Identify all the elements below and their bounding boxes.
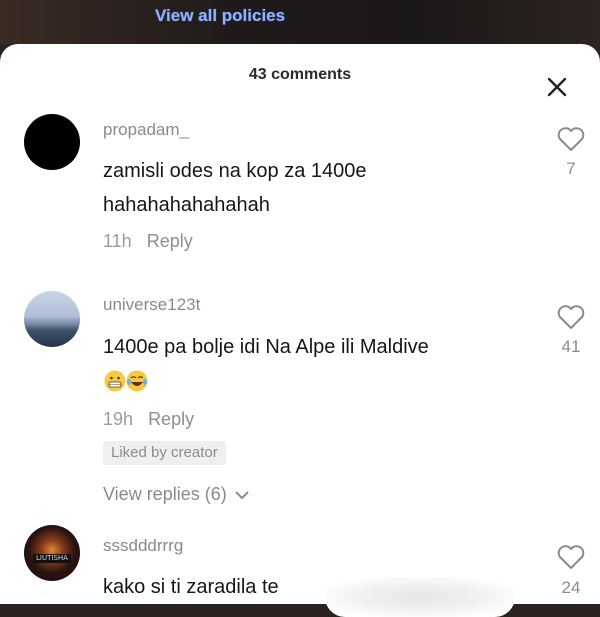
like-count: 24 (561, 578, 581, 597)
comment-time: 11h (103, 231, 132, 251)
reply-button[interactable]: Reply (148, 409, 194, 429)
comment-username[interactable]: universe123t (103, 295, 200, 315)
like-count: 7 (566, 159, 576, 178)
liked-by-creator-badge: Liked by creator (103, 441, 226, 465)
view-all-policies-link[interactable]: View all policies (155, 6, 285, 26)
comments-sheet: 43 comments propadam_ zamisli odes na ko… (0, 44, 600, 617)
heart-outline-icon[interactable] (556, 304, 586, 330)
video-background-strip: View all policies (0, 0, 600, 44)
avatar[interactable]: LIUTISHA (24, 525, 80, 581)
comment-username[interactable]: sssdddrrrg (103, 536, 183, 556)
heart-outline-icon[interactable] (556, 126, 586, 152)
laughing-tears-emoji (126, 370, 148, 392)
comment-meta: 19h Reply (103, 409, 194, 430)
heart-outline-icon[interactable] (556, 544, 586, 570)
comment-time: 19h (103, 409, 134, 429)
reply-button[interactable]: Reply (147, 231, 193, 251)
close-icon[interactable] (543, 73, 571, 101)
comment-username[interactable]: propadam_ (103, 120, 189, 140)
like-count: 41 (561, 337, 581, 356)
comment-text-line: hahahahahahahah (103, 194, 270, 216)
chevron-down-icon (235, 491, 249, 500)
avatar[interactable] (24, 114, 80, 170)
view-replies-button[interactable]: View replies (6) (103, 484, 250, 505)
comment-text-line: kako si ti zaradila te (103, 576, 279, 598)
blurred-redaction (325, 577, 515, 617)
grimacing-emoji (104, 370, 126, 392)
comment-meta: 11h Reply (103, 231, 193, 252)
comments-count-title: 43 comments (248, 66, 352, 83)
avatar-badge-text: LIUTISHA (33, 554, 71, 563)
view-replies-label: View replies (6) (103, 484, 227, 504)
comment-text-line: 1400e pa bolje idi Na Alpe ili Maldive (103, 336, 429, 358)
avatar[interactable] (24, 291, 80, 347)
comment-text-line: zamisli odes na kop za 1400e (103, 160, 367, 182)
